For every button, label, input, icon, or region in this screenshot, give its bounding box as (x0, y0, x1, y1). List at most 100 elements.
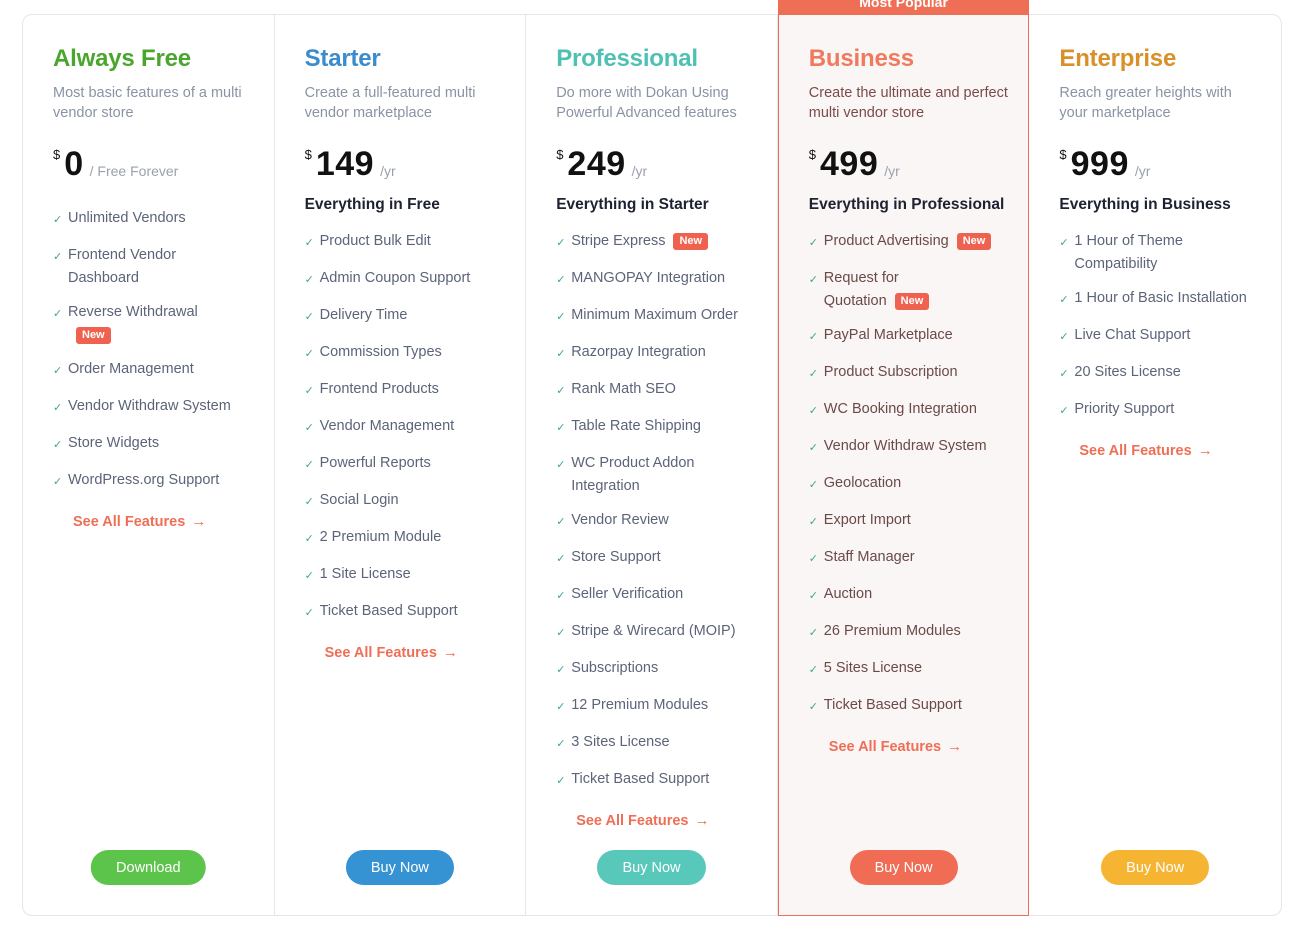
feature-item: ✓ 2 Premium Module (305, 526, 505, 552)
feature-label: 26 Premium Modules (823, 623, 961, 639)
check-icon: ✓ (556, 664, 566, 676)
feature-item: ✓ Ticket Based Support (809, 694, 1009, 720)
feature-item: ✓ Product Bulk Edit (305, 230, 505, 256)
feature-label: Store Support (571, 549, 661, 565)
feature-item: ✓ 12 Premium Modules (556, 694, 756, 720)
feature-label: Stripe Express (571, 233, 666, 249)
check-icon: ✓ (556, 590, 566, 602)
feature-item: ✓ Razorpay Integration (556, 341, 756, 367)
arrow-right-icon: → (442, 644, 458, 661)
feature-label: Ticket Based Support (571, 771, 710, 787)
see-all-features-link[interactable]: See All Features → (325, 644, 458, 661)
feature-item: ✓ 5 Sites License (809, 657, 1009, 683)
check-icon: ✓ (808, 553, 818, 565)
plan-description: Most basic features of a multi vendor st… (53, 85, 242, 121)
check-icon: ✓ (556, 385, 566, 397)
plan-title: Business (808, 45, 914, 72)
feature-item: ✓ Unlimited Vendors (53, 207, 253, 233)
feature-label: Store Widgets (68, 435, 160, 451)
feature-item: ✓ Priority Support (1059, 398, 1259, 424)
feature-label: Commission Types (319, 344, 442, 360)
feature-item: ✓ Export Import (809, 509, 1009, 535)
buy-now-button[interactable]: Buy Now (849, 850, 958, 885)
check-icon: ✓ (556, 311, 566, 323)
plan-title: Always Free (53, 45, 191, 72)
check-icon: ✓ (808, 664, 818, 676)
feature-item: ✓ Minimum Maximum Order (556, 304, 756, 330)
plan-title: Starter (304, 45, 381, 72)
check-icon: ✓ (53, 439, 63, 451)
feature-list: ✓ Stripe Express New ✓ MANGOPAY Integrati… (556, 230, 777, 794)
check-icon: ✓ (808, 516, 818, 528)
check-icon: ✓ (53, 365, 63, 377)
feature-label: Vendor Withdraw System (823, 438, 987, 454)
most-popular-ribbon: Most Popular (777, 0, 1030, 15)
price-currency: $ (556, 147, 564, 162)
plan-title: Professional (556, 45, 698, 72)
plan-title: Enterprise (1059, 45, 1177, 72)
arrow-right-icon: → (947, 738, 963, 755)
feature-item: ✓ Frontend Products (305, 378, 505, 404)
plan-price: $ 149 /yr (305, 143, 526, 183)
feature-label: Social Login (319, 492, 399, 508)
feature-item: ✓ WC Product Addon Integration (556, 452, 756, 498)
check-icon: ✓ (808, 627, 818, 639)
feature-item: ✓ 1 Hour of Theme Compatibility (1059, 230, 1259, 276)
check-icon: ✓ (556, 274, 566, 286)
check-icon: ✓ (304, 311, 314, 323)
feature-label: Product Bulk Edit (319, 233, 431, 249)
feature-item: ✓ WordPress.org Support (53, 469, 253, 495)
check-icon: ✓ (808, 368, 818, 380)
check-icon: ✓ (808, 274, 818, 286)
buy-now-button[interactable]: Buy Now (1101, 850, 1210, 885)
feature-item: ✓ Vendor Withdraw System (53, 395, 253, 421)
check-icon: ✓ (53, 476, 63, 488)
feature-label: Ticket Based Support (319, 603, 458, 619)
feature-label: 20 Sites License (1074, 364, 1181, 380)
check-icon: ✓ (808, 442, 818, 454)
buy-now-button[interactable]: Buy Now (345, 850, 454, 885)
feature-label: Ticket Based Support (823, 697, 962, 713)
feature-label: 3 Sites License (571, 734, 670, 750)
download-button[interactable]: Download (91, 850, 206, 885)
plan-price: $ 0 / Free Forever (53, 143, 274, 183)
see-all-features-link[interactable]: See All Features → (829, 738, 962, 755)
check-icon: ✓ (1059, 368, 1069, 380)
feature-label: Export Import (823, 512, 911, 528)
feature-label: PayPal Marketplace (823, 327, 953, 343)
see-all-features-link[interactable]: See All Features → (73, 513, 206, 530)
feature-item: ✓ Auction (809, 583, 1009, 609)
plan-column-enterprise: Enterprise Reach greater heights with you… (1029, 15, 1281, 915)
feature-label: 12 Premium Modules (571, 697, 709, 713)
feature-label: Admin Coupon Support (319, 270, 471, 286)
see-all-features-link[interactable]: See All Features → (576, 812, 709, 829)
feature-label: Request for Quotation (823, 270, 899, 309)
feature-label: Product Subscription (823, 364, 958, 380)
price-amount: 0 (64, 145, 84, 183)
check-icon: ✓ (808, 479, 818, 491)
price-currency: $ (304, 147, 312, 162)
price-period: /yr (884, 163, 900, 179)
feature-list: ✓ Product Advertising New ✓ Request for Q… (809, 230, 1029, 720)
see-all-features-link[interactable]: See All Features → (1079, 442, 1212, 459)
check-icon: ✓ (556, 237, 566, 249)
feature-label: Stripe & Wirecard (MOIP) (571, 623, 736, 639)
arrow-right-icon: → (1197, 442, 1213, 459)
feature-item: ✓ WC Booking Integration (809, 398, 1009, 424)
check-icon: ✓ (808, 237, 818, 249)
price-amount: 249 (567, 145, 626, 183)
plan-column-starter: Starter Create a full-featured multi vend… (275, 15, 527, 915)
feature-item: ✓ Staff Manager (809, 546, 1009, 572)
pricing-table: Always Free Most basic features of a mult… (22, 0, 1282, 916)
feature-label: Geolocation (823, 475, 902, 491)
new-badge: New (673, 233, 709, 250)
feature-label: WordPress.org Support (68, 472, 220, 488)
price-currency: $ (53, 147, 61, 162)
feature-label: Minimum Maximum Order (571, 307, 738, 323)
plan-description: Create a full-featured multi vendor mark… (304, 85, 476, 121)
feature-label: Frontend Products (319, 381, 439, 397)
buy-now-button[interactable]: Buy Now (597, 850, 706, 885)
check-icon: ✓ (1059, 294, 1069, 306)
plan-price: $ 999 /yr (1059, 143, 1281, 183)
feature-label: Rank Math SEO (571, 381, 676, 397)
